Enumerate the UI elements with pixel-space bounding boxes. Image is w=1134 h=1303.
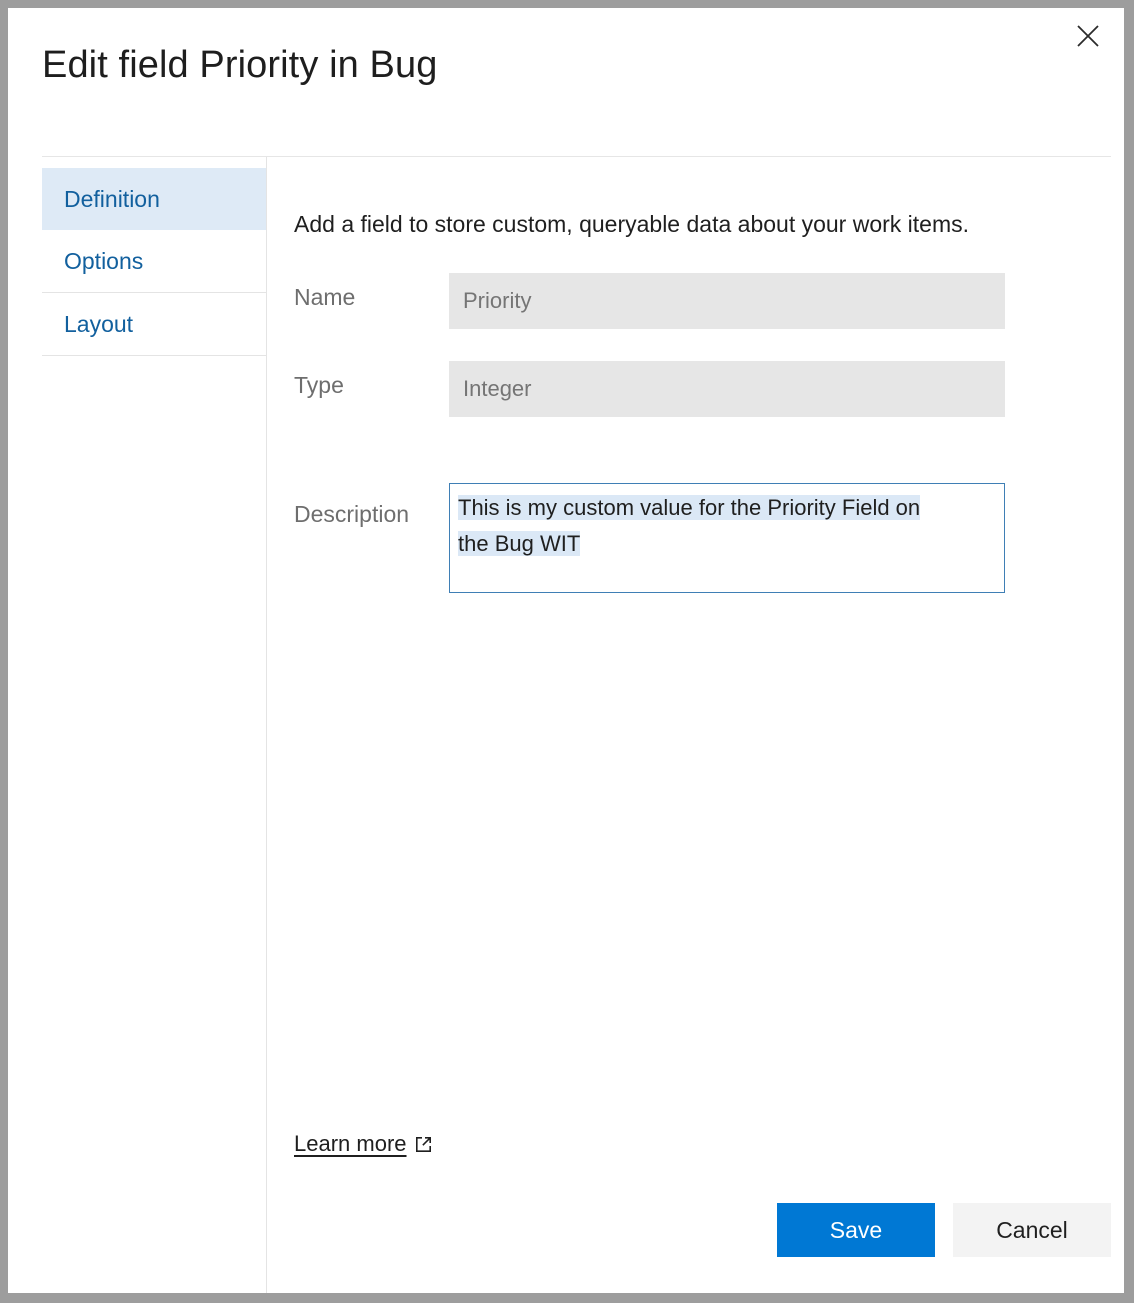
type-row: Type xyxy=(294,361,1111,417)
external-link-icon xyxy=(414,1135,433,1154)
learn-more-label: Learn more xyxy=(294,1131,407,1157)
sidebar-item-definition[interactable]: Definition xyxy=(42,168,266,230)
dialog-footer: Save Cancel xyxy=(777,1203,1111,1257)
field-form: Name Type Description This is my custom … xyxy=(294,273,1111,593)
close-button[interactable] xyxy=(1066,14,1110,58)
type-input[interactable] xyxy=(449,361,1005,417)
sidebar-item-options[interactable]: Options xyxy=(42,230,266,292)
description-line-2: the Bug WIT xyxy=(458,531,580,556)
type-label: Type xyxy=(294,361,449,399)
sidebar-tabs: Definition Options Layout xyxy=(42,157,267,1293)
description-text: This is my custom value for the Priority… xyxy=(458,490,994,562)
edit-field-dialog: Edit field Priority in Bug Definition Op… xyxy=(8,8,1124,1293)
description-label: Description xyxy=(294,483,449,528)
name-input[interactable] xyxy=(449,273,1005,329)
description-row: Description This is my custom value for … xyxy=(294,483,1111,593)
page-title: Edit field Priority in Bug xyxy=(42,44,437,87)
learn-more-link[interactable]: Learn more xyxy=(294,1131,433,1157)
sidebar-divider xyxy=(42,355,266,356)
pane-description: Add a field to store custom, queryable d… xyxy=(294,157,1111,238)
close-icon xyxy=(1075,23,1101,49)
description-line-1: This is my custom value for the Priority… xyxy=(458,495,920,520)
sidebar-item-label: Options xyxy=(64,248,143,274)
name-label: Name xyxy=(294,273,449,311)
sidebar-item-layout[interactable]: Layout xyxy=(42,293,266,355)
pivot-container: Definition Options Layout Add a field to… xyxy=(42,157,1111,1293)
cancel-button[interactable]: Cancel xyxy=(953,1203,1111,1257)
save-button[interactable]: Save xyxy=(777,1203,935,1257)
name-row: Name xyxy=(294,273,1111,329)
sidebar-item-label: Definition xyxy=(64,186,160,212)
dialog-body: Definition Options Layout Add a field to… xyxy=(42,156,1111,1293)
description-input[interactable]: This is my custom value for the Priority… xyxy=(449,483,1005,593)
dialog-header: Edit field Priority in Bug xyxy=(8,8,1124,156)
sidebar-item-label: Layout xyxy=(64,311,133,337)
definition-pane: Add a field to store custom, queryable d… xyxy=(267,157,1111,1293)
